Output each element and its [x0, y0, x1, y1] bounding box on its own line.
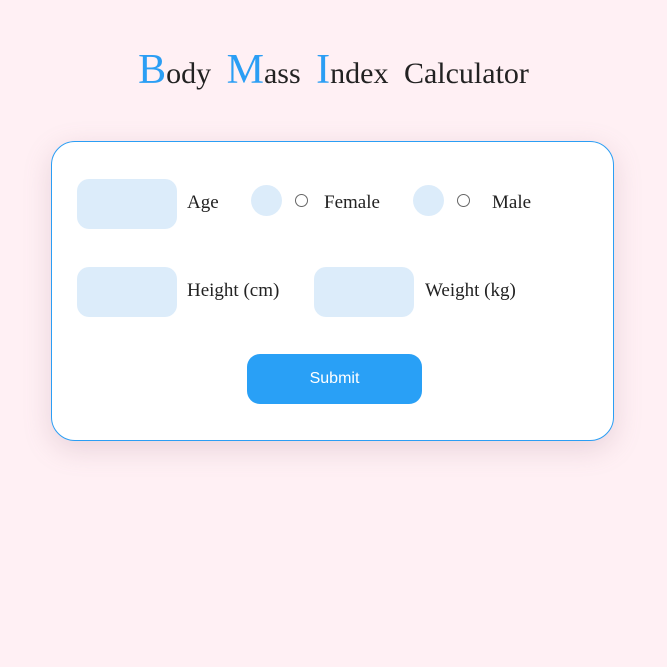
age-input[interactable] — [77, 179, 177, 229]
title-word-index: Index — [316, 47, 389, 93]
age-label: Age — [187, 192, 219, 213]
male-radio[interactable] — [457, 194, 470, 207]
female-label[interactable]: Female — [324, 192, 380, 214]
female-option-background — [251, 185, 282, 216]
submit-button[interactable]: Submit — [247, 354, 422, 404]
title-word-mass: Mass — [226, 47, 301, 93]
weight-input[interactable] — [314, 267, 414, 317]
title-word-body: Body — [138, 47, 212, 93]
title-word-calculator: Calculator — [403, 57, 529, 90]
weight-label: Weight (kg) — [425, 280, 516, 301]
height-label: Height (cm) — [187, 280, 280, 301]
bmi-form-card: Age Female Male Height (cm) Weight (kg) … — [51, 141, 614, 441]
female-radio[interactable] — [295, 194, 308, 207]
page-title: Body Mass Index Calculator — [0, 44, 667, 100]
height-input[interactable] — [77, 267, 177, 317]
male-option-background — [413, 185, 444, 216]
male-label[interactable]: Male — [492, 192, 531, 214]
page: Body Mass Index Calculator Age Female Ma… — [0, 0, 667, 667]
